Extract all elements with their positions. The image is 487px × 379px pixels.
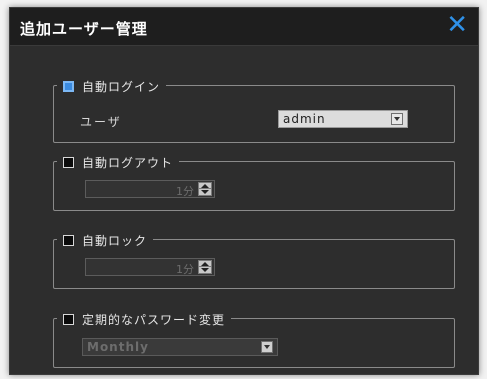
auto-lock-minutes-value: 1分 — [176, 263, 194, 276]
auto-logout-group: 自動ログアウト 1分 — [53, 152, 455, 211]
password-change-interval-select[interactable]: Monthly — [82, 338, 278, 356]
auto-logout-label: 自動ログアウト — [82, 155, 174, 170]
auto-lock-minutes-spinner[interactable]: 1分 — [85, 258, 215, 276]
auto-login-group: 自動ログイン ユーザ admin — [53, 76, 455, 143]
auto-lock-checkbox[interactable] — [63, 234, 74, 246]
spinner-arrows-icon[interactable] — [198, 260, 212, 274]
auto-login-label: 自動ログイン — [82, 79, 161, 94]
auto-logout-minutes-spinner[interactable]: 1分 — [85, 180, 215, 198]
dialog-title: 追加ユーザー管理 — [20, 20, 148, 38]
auto-lock-label: 自動ロック — [82, 233, 148, 248]
auto-logout-checkbox[interactable] — [63, 156, 74, 168]
close-icon[interactable]: ✕ — [446, 11, 468, 39]
chevron-down-icon[interactable] — [391, 113, 403, 125]
auto-lock-group: 自動ロック 1分 — [53, 230, 455, 289]
password-change-interval-value: Monthly — [87, 340, 149, 354]
auto-lock-legend: 自動ロック — [57, 230, 154, 250]
auto-login-checkbox[interactable] — [63, 80, 74, 92]
additional-user-management-dialog: 追加ユーザー管理 ✕ 自動ログイン ユーザ admin 自動ログアウト 1分 自… — [9, 7, 479, 375]
auto-login-legend: 自動ログイン — [57, 76, 167, 96]
spinner-arrows-icon[interactable] — [198, 182, 212, 196]
auto-logout-legend: 自動ログアウト — [57, 152, 180, 172]
auto-logout-minutes-value: 1分 — [176, 185, 194, 198]
user-label: ユーザ — [80, 115, 122, 129]
title-bar: 追加ユーザー管理 ✕ — [10, 8, 478, 46]
password-change-group: 定期的なパスワード変更 Monthly — [53, 309, 455, 368]
user-select[interactable]: admin — [278, 110, 408, 128]
password-change-legend: 定期的なパスワード変更 — [57, 309, 232, 329]
password-change-label: 定期的なパスワード変更 — [82, 312, 226, 327]
password-change-checkbox[interactable] — [63, 313, 74, 325]
chevron-down-icon[interactable] — [261, 341, 273, 353]
user-select-value: admin — [283, 112, 326, 126]
